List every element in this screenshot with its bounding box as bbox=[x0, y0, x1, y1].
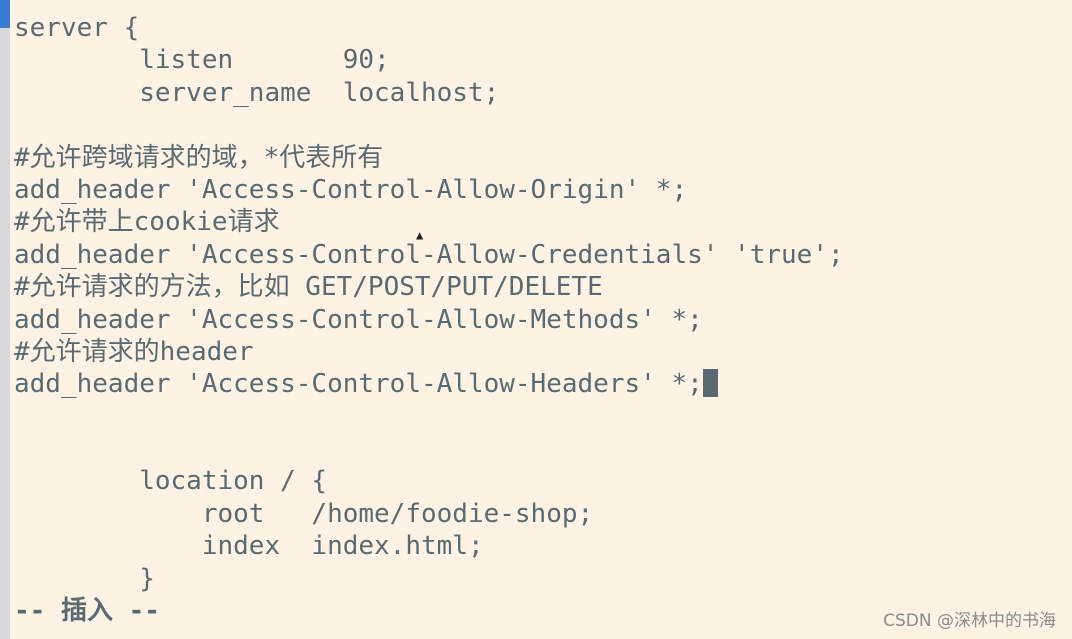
code-line: add_header 'Access-Control-Allow-Credent… bbox=[14, 239, 844, 270]
watermark: CSDN @深林中的书海 bbox=[883, 611, 1056, 631]
code-line: server { bbox=[14, 13, 140, 43]
vim-mode-indicator: -- 插入 -- bbox=[14, 596, 160, 627]
code-line: location / { bbox=[14, 466, 328, 497]
code-line: server_name localhost; bbox=[14, 77, 500, 108]
code-line: add_header 'Access-Control-Allow-Origin'… bbox=[14, 174, 688, 205]
code-line: listen 90; bbox=[14, 45, 390, 76]
sidebar-tab[interactable] bbox=[0, 0, 10, 28]
code-line: index index.html; bbox=[14, 531, 484, 562]
code-line: add_header 'Access-Control-Allow-Methods… bbox=[14, 304, 703, 335]
comment-line: #允许跨域请求的域，*代表所有 bbox=[14, 142, 384, 173]
comment-line: #允许带上cookie请求 bbox=[14, 207, 280, 238]
left-sidebar-strip bbox=[0, 0, 10, 639]
comment-line: #允许请求的header bbox=[14, 336, 254, 367]
text-cursor bbox=[702, 369, 718, 398]
comment-line: #允许请求的方法，比如 GET/POST/PUT/DELETE bbox=[14, 272, 603, 303]
code-line-current: add_header 'Access-Control-Allow-Headers… bbox=[14, 368, 844, 400]
code-line: root /home/foodie-shop; bbox=[14, 498, 594, 529]
code-text: add_header 'Access-Control-Allow-Headers… bbox=[14, 369, 703, 400]
code-line: } bbox=[14, 563, 155, 594]
vim-editor[interactable]: server { listen 90; server_name localhos… bbox=[14, 12, 844, 627]
mouse-pointer-icon: ▲ bbox=[416, 228, 424, 242]
